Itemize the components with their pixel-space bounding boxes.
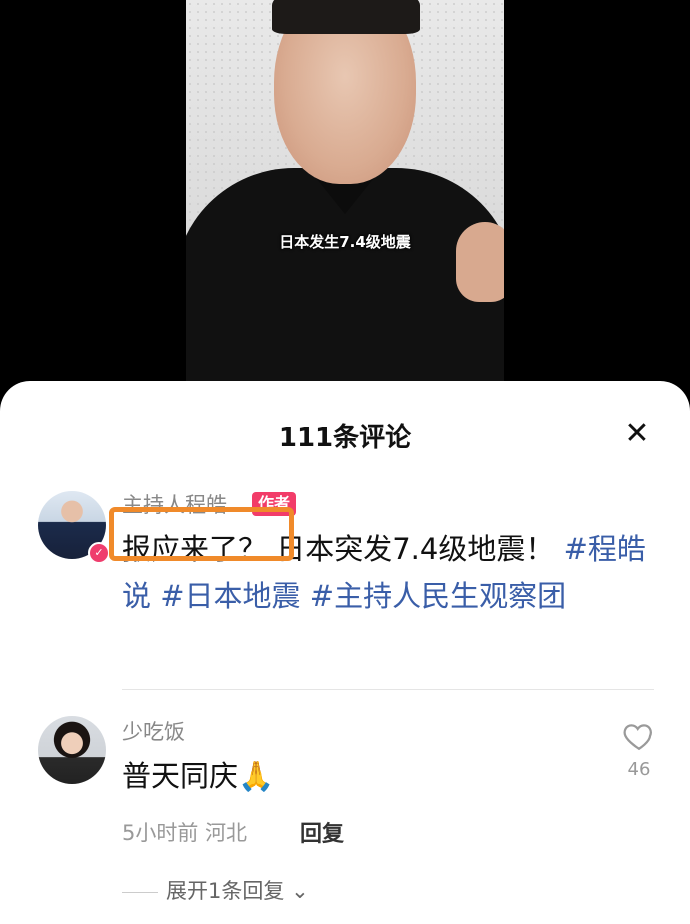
comments-sheet: 111条评论 ✕ ✓ 主持人程皓 作者 报应来了？ 日本突发7.4级地震！ #程…: [0, 381, 690, 924]
comments-title: 111条评论: [278, 423, 412, 453]
expand-replies-button[interactable]: 展开1条回复 ⌄: [122, 875, 309, 905]
heart-icon[interactable]: [622, 719, 656, 753]
hashtag-link[interactable]: #日本地震: [160, 579, 300, 613]
verified-badge-icon: ✓: [88, 542, 110, 564]
expand-label: 展开1条回复: [166, 879, 285, 903]
comment-body: 普天同庆: [122, 759, 239, 793]
reply-button[interactable]: 回复: [300, 816, 344, 848]
presenter-hair: [272, 0, 420, 34]
commenter-name[interactable]: 少吃饭: [122, 716, 185, 746]
comment-text: 普天同庆🙏: [122, 753, 274, 795]
post-text-rest: 日本突发7.4级地震！: [276, 532, 555, 566]
chevron-down-icon: ⌄: [291, 879, 309, 903]
video-caption: 日本发生7.4级地震: [279, 233, 411, 251]
comment-location: 河北: [205, 821, 248, 845]
comment-meta: 5小时前 河北: [122, 817, 247, 847]
highlight-box: [109, 507, 294, 561]
like-count: 46: [627, 759, 651, 780]
expand-line: [122, 891, 158, 893]
divider: [122, 689, 654, 690]
video-player[interactable]: 日本发生7.4级地震: [0, 0, 690, 400]
comment-time: 5小时前: [122, 821, 199, 845]
commenter-avatar[interactable]: [38, 716, 106, 784]
video-frame: 日本发生7.4级地震: [186, 0, 504, 385]
close-icon[interactable]: ✕: [620, 417, 654, 451]
pray-emoji-icon: 🙏: [238, 759, 275, 793]
hashtag-link[interactable]: #主持人民生观察团: [310, 579, 566, 613]
